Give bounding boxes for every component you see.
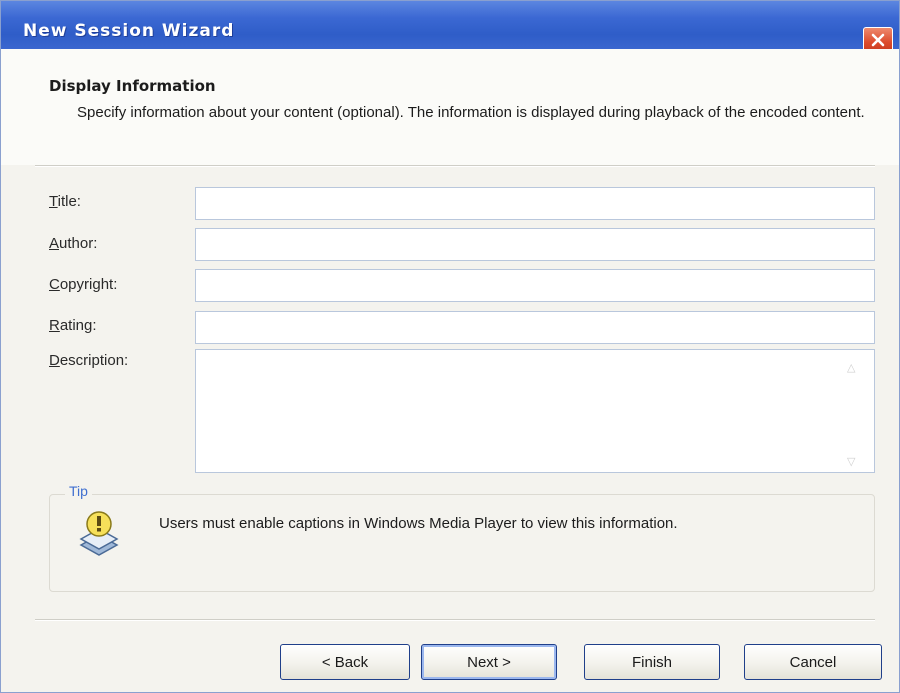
page-description: Specify information about your content (… <box>77 104 865 121</box>
wizard-window: New Session Wizard Display Information S… <box>0 0 900 693</box>
title-label: Title: <box>49 193 81 210</box>
copyright-label: Copyright: <box>49 276 118 293</box>
footer-separator <box>35 619 875 621</box>
rating-label: Rating: <box>49 317 97 334</box>
author-label: Author: <box>49 235 98 252</box>
title-bar[interactable]: New Session Wizard <box>1 1 899 53</box>
copyright-input[interactable] <box>195 269 875 302</box>
next-button[interactable]: Next > <box>421 644 557 680</box>
back-button[interactable]: < Back <box>280 644 410 680</box>
author-input[interactable] <box>195 228 875 261</box>
title-input[interactable] <box>195 187 875 220</box>
finish-button[interactable]: Finish <box>584 644 720 680</box>
description-textarea[interactable] <box>195 349 875 473</box>
window-title: New Session Wizard <box>23 21 235 41</box>
tip-text: Users must enable captions in Windows Me… <box>159 515 678 532</box>
tip-group <box>49 494 875 592</box>
tip-legend: Tip <box>65 483 92 499</box>
cancel-button[interactable]: Cancel <box>744 644 882 680</box>
close-icon <box>871 33 885 47</box>
description-label: Description: <box>49 352 129 369</box>
scroll-down-icon[interactable]: ▽ <box>847 455 855 468</box>
rating-input[interactable] <box>195 311 875 344</box>
caption-tip-icon <box>79 511 119 556</box>
scroll-up-icon[interactable]: △ <box>847 361 855 374</box>
header-separator <box>35 165 875 167</box>
page-title: Display Information <box>49 77 216 95</box>
